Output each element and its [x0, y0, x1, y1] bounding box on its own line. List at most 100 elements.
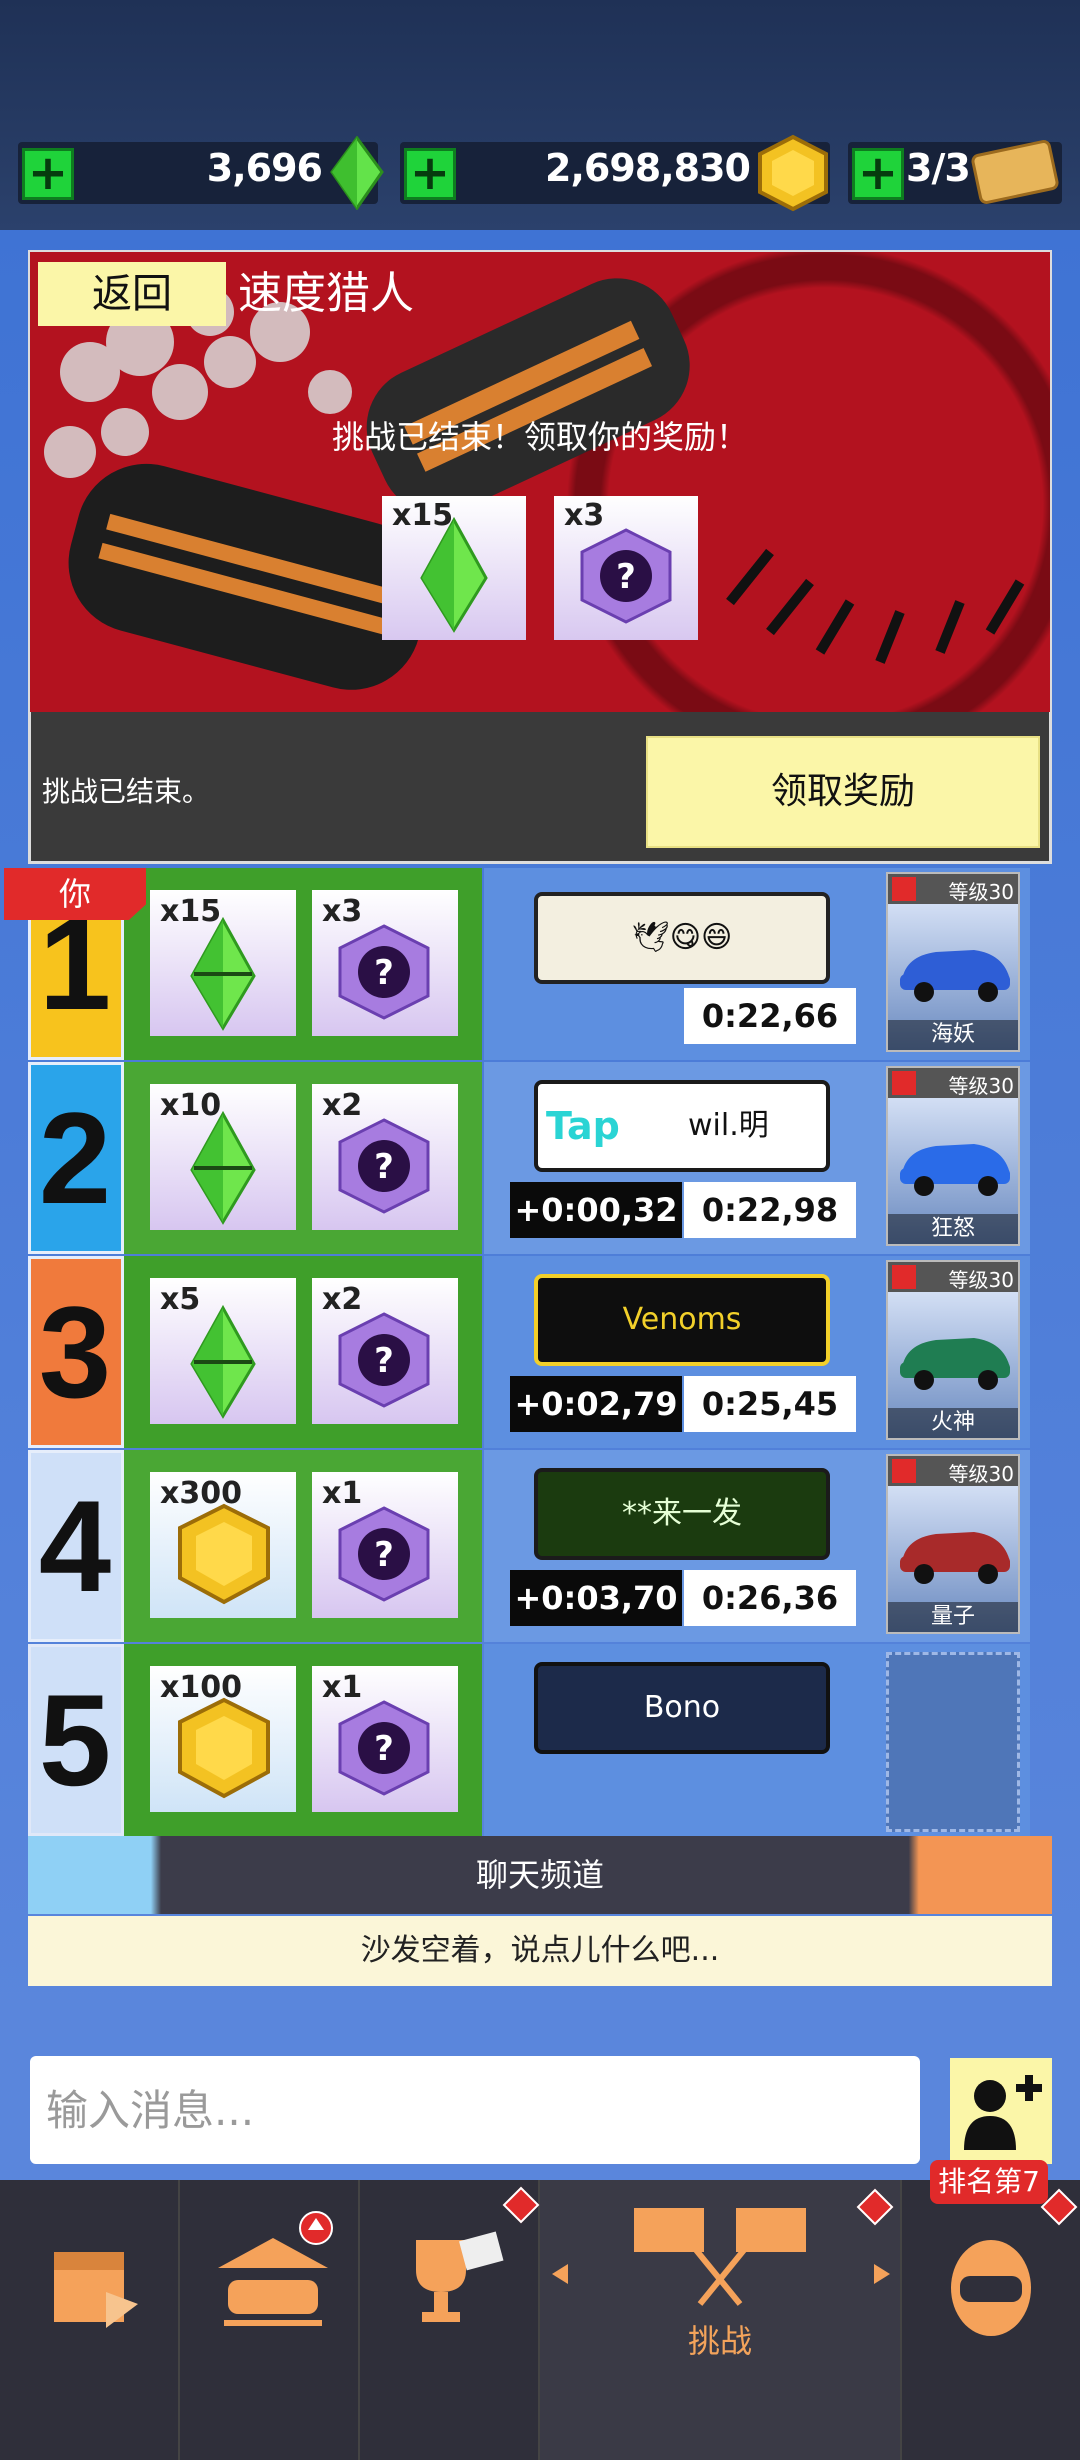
add-coins-button[interactable]: +	[404, 148, 456, 200]
message-input[interactable]	[30, 2056, 920, 2164]
notification-dot	[856, 2188, 894, 2226]
reward-gems-tile: x15	[382, 496, 526, 640]
car-level: 等级30	[948, 1268, 1014, 1292]
player-cell[interactable]: Venoms +0:02,79 0:25,45 等级30 火神	[484, 1256, 1030, 1448]
player-name: wil.明	[688, 1108, 769, 1143]
coins-value: 2,698,830	[545, 146, 751, 190]
reward-cell: x100 x1 ?	[124, 1644, 482, 1836]
car-card[interactable]: 等级30 海妖	[886, 872, 1020, 1052]
player-plate: Bono	[534, 1662, 830, 1754]
player-name: Venoms	[622, 1302, 742, 1337]
class-s-badge	[892, 877, 916, 901]
car-card[interactable]: 等级30 狂怒	[886, 1066, 1020, 1246]
car-level: 等级30	[948, 1074, 1014, 1098]
mystery-box-icon: ?	[338, 1506, 430, 1602]
green-gem-icon	[330, 136, 384, 210]
lap-time: 0:25,45	[684, 1376, 856, 1432]
reward-tile: x2 ?	[312, 1084, 458, 1230]
car-card[interactable]: 等级30 火神	[886, 1260, 1020, 1440]
reward-tile: x15	[150, 890, 296, 1036]
player-plate: Venoms	[534, 1274, 830, 1366]
challenge-status-text: 挑战已结束。	[42, 775, 211, 808]
time-delta: +0:00,32	[510, 1182, 682, 1238]
speed-hunter-ticket-icon	[971, 140, 1059, 204]
chevron-right-icon[interactable]	[872, 2262, 892, 2286]
player-cell[interactable]: Bono	[484, 1644, 1030, 1836]
svg-text:?: ?	[374, 953, 394, 993]
gold-coin-icon	[178, 1503, 270, 1605]
trophy-flag-icon	[416, 2231, 504, 2322]
lap-time: 0:22,66	[684, 988, 856, 1044]
nav-events[interactable]	[360, 2180, 540, 2460]
time-delta: +0:02,79	[510, 1376, 682, 1432]
car-name: 海妖	[930, 1022, 975, 1047]
chevron-left-icon[interactable]	[550, 2262, 570, 2286]
svg-text:?: ?	[374, 1147, 394, 1187]
plate-tag: Tap	[546, 1104, 620, 1148]
green-gem-icon	[190, 916, 256, 1031]
nav-profile[interactable]	[902, 2180, 1080, 2460]
mystery-box-icon: ?	[338, 924, 430, 1020]
car-name: 量子	[930, 1604, 975, 1629]
add-gems-button[interactable]: +	[22, 148, 74, 200]
nav-shop[interactable]	[0, 2180, 180, 2460]
class-s-badge	[892, 1071, 916, 1095]
svg-text:?: ?	[374, 1535, 394, 1575]
reward-tile: x100	[150, 1666, 296, 1812]
player-name: 🕊😋😄	[631, 920, 733, 955]
add-tickets-button[interactable]: +	[852, 148, 904, 200]
add-friend-button[interactable]	[950, 2058, 1052, 2164]
player-name: Bono	[643, 1690, 721, 1725]
player-cell[interactable]: Tap wil.明 +0:00,32 0:22,98 等级30 狂怒	[484, 1062, 1030, 1254]
checkered-flags-icon	[634, 2208, 806, 2306]
gold-coin-icon	[758, 134, 828, 212]
challenge-title: 速度猎人	[238, 268, 414, 319]
reward-cell: x15 x3 ?	[124, 868, 482, 1060]
green-gem-icon	[190, 1110, 256, 1225]
rank-badge: 排名第7	[930, 2160, 1048, 2204]
reward-tile: x3 ?	[312, 890, 458, 1036]
empty-car-slot	[886, 1652, 1020, 1832]
claim-reward-button[interactable]: 领取奖励	[646, 736, 1040, 848]
green-gem-icon	[190, 1304, 256, 1419]
green-gem-icon	[420, 516, 488, 633]
class-s-badge	[892, 1265, 916, 1289]
rank-number: 2	[38, 1085, 112, 1231]
reward-mystery-box-tile: x3 ?	[554, 496, 698, 640]
helmet-icon	[951, 2240, 1031, 2336]
mystery-box-icon: ?	[338, 1312, 430, 1408]
mystery-box-icon: ?	[338, 1700, 430, 1796]
you-marker: 你	[4, 868, 146, 920]
car-level: 等级30	[948, 1462, 1014, 1486]
car-name: 狂怒	[930, 1216, 975, 1241]
chat-channel-label: 聊天频道	[475, 1856, 604, 1894]
svg-text:?: ?	[374, 1729, 394, 1769]
lap-time: 0:22,98	[684, 1182, 856, 1238]
tickets-value: 3/3	[906, 146, 971, 190]
car-card[interactable]: 等级30 量子	[886, 1454, 1020, 1634]
reward-tile: x1 ?	[312, 1666, 458, 1812]
lap-time: 0:26,36	[684, 1570, 856, 1626]
car-icon	[900, 1338, 1010, 1390]
nav-garage[interactable]	[180, 2180, 360, 2460]
reward-tile: x300	[150, 1472, 296, 1618]
player-plate: 🕊😋😄	[534, 892, 830, 984]
time-delta: +0:03,70	[510, 1570, 682, 1626]
reward-cell: x10 x2 ?	[124, 1062, 482, 1254]
reward-tile: x2 ?	[312, 1278, 458, 1424]
add-friend-icon	[964, 2075, 1042, 2150]
rank-number: 5	[38, 1667, 112, 1813]
svg-text:?: ?	[616, 557, 636, 597]
car-level: 等级30	[948, 880, 1014, 904]
car-name: 火神	[930, 1410, 975, 1435]
back-button[interactable]: 返回	[38, 262, 226, 326]
player-cell[interactable]: **来一发 +0:03,70 0:26,36 等级30 量子	[484, 1450, 1030, 1642]
mystery-box-icon: ?	[580, 528, 672, 624]
car-icon	[900, 1532, 1010, 1584]
player-cell[interactable]: 🕊😋😄 0:22,66 等级30 海妖	[484, 868, 1030, 1060]
rank-number: 3	[38, 1279, 112, 1425]
car-icon	[900, 950, 1010, 1002]
chat-empty-message: 沙发空着，说点儿什么吧...	[28, 1916, 1052, 1986]
garage-car-icon	[218, 2211, 333, 2326]
gold-coin-icon	[178, 1697, 270, 1799]
